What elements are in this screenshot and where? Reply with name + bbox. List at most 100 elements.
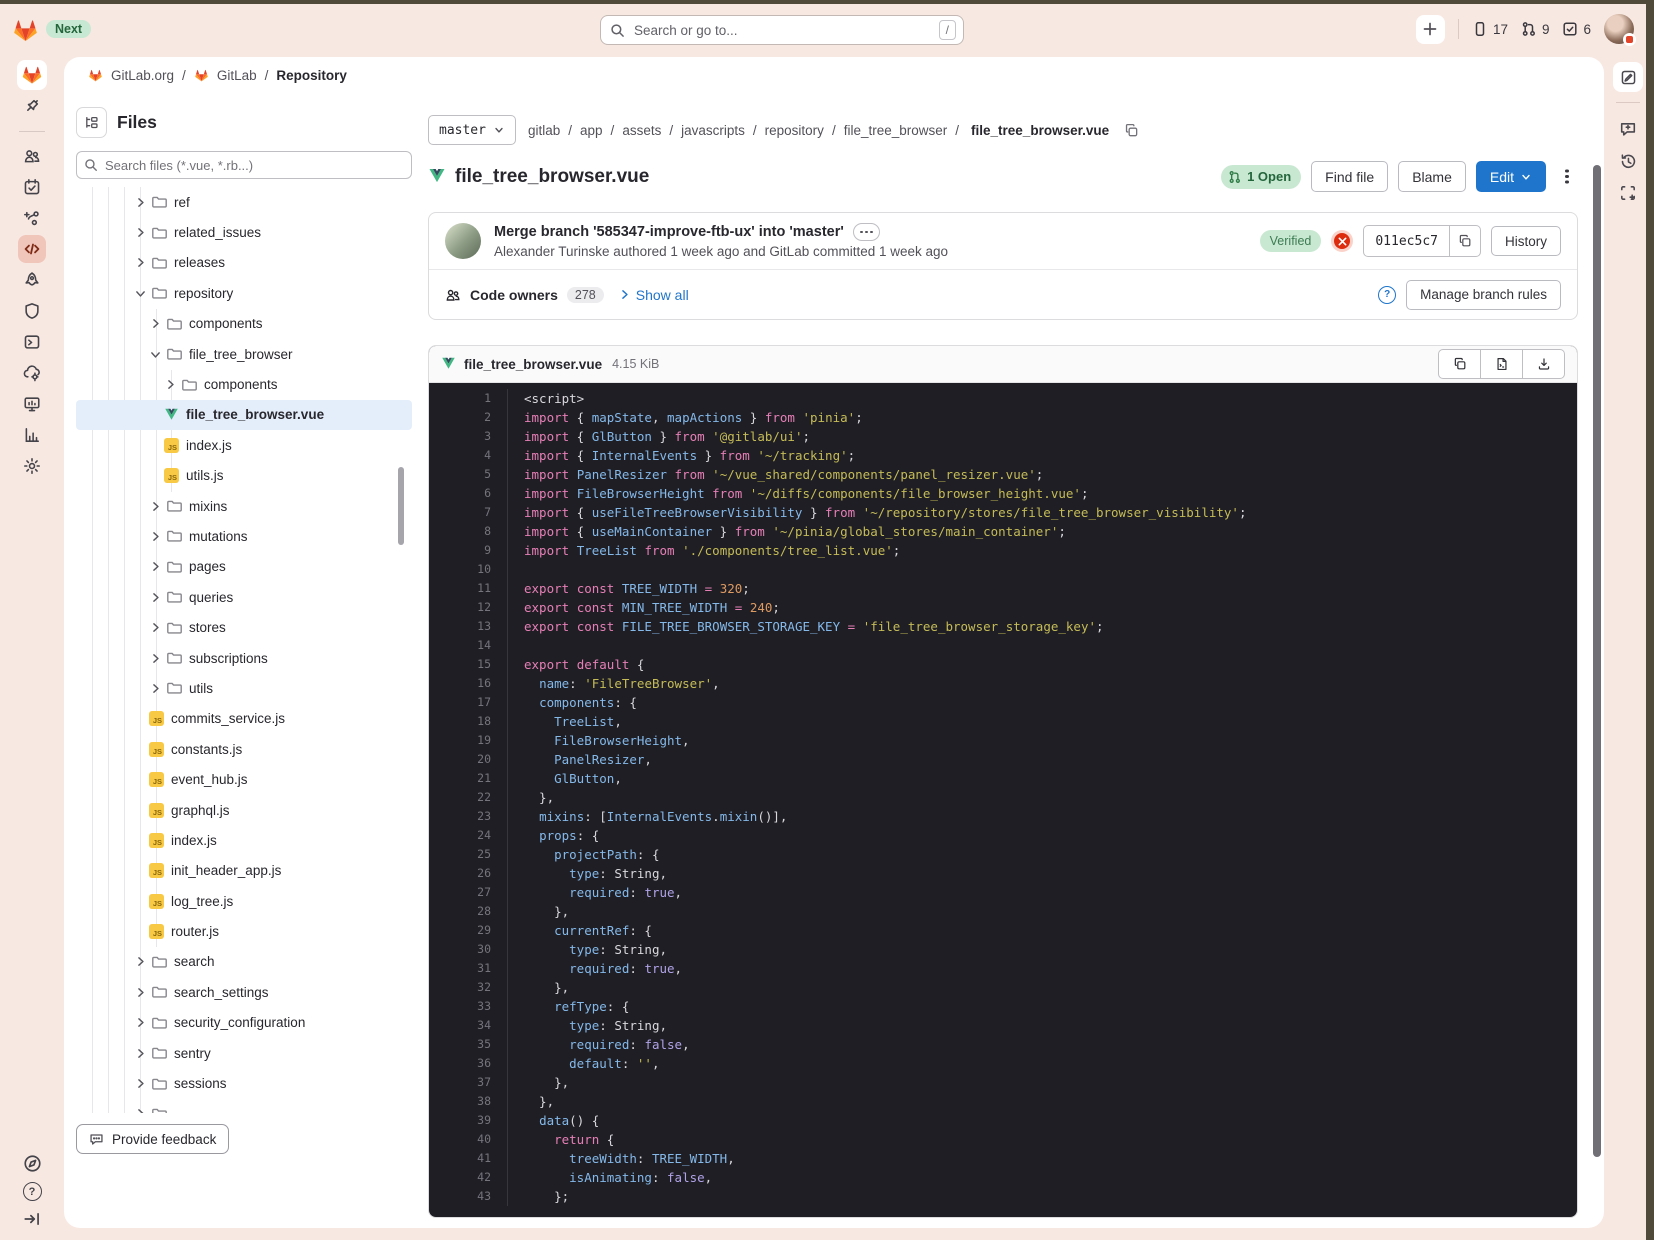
tree-item-search_settings[interactable]: search_settings xyxy=(76,977,412,1007)
line-number[interactable]: 41 xyxy=(429,1149,508,1168)
tree-item-components[interactable]: components xyxy=(76,309,412,339)
tanuki-home-button[interactable] xyxy=(17,60,47,90)
tree-item-utils[interactable]: utils xyxy=(76,673,412,703)
line-number[interactable]: 5 xyxy=(429,465,508,484)
line-number[interactable]: 18 xyxy=(429,712,508,731)
copy-contents-button[interactable] xyxy=(1438,349,1481,379)
tree-item-security_configuration[interactable]: security_configuration xyxy=(76,1008,412,1038)
line-number[interactable]: 36 xyxy=(429,1054,508,1073)
todos-counter[interactable]: 6 xyxy=(1562,21,1591,37)
line-number[interactable]: 21 xyxy=(429,769,508,788)
line-number[interactable]: 30 xyxy=(429,940,508,959)
line-number[interactable]: 28 xyxy=(429,902,508,921)
line-number[interactable]: 10 xyxy=(429,560,508,579)
pipeline-failed-icon[interactable] xyxy=(1331,230,1353,252)
chevron-right-icon[interactable] xyxy=(134,226,147,239)
create-new-button[interactable] xyxy=(1416,15,1445,44)
tree-item-queries[interactable]: queries xyxy=(76,582,412,612)
blame-button[interactable]: Blame xyxy=(1398,161,1466,192)
line-number[interactable]: 26 xyxy=(429,864,508,883)
line-number[interactable]: 7 xyxy=(429,503,508,522)
chevron-right-icon[interactable] xyxy=(149,682,162,695)
open-raw-button[interactable] xyxy=(1480,349,1523,379)
terminal-prompt-icon[interactable] xyxy=(18,328,46,356)
tree-item-stores[interactable]: stores xyxy=(76,612,412,642)
chevron-right-icon[interactable] xyxy=(134,1077,147,1090)
branch-selector[interactable]: master xyxy=(428,115,516,145)
tree-item-graphql.js[interactable]: JSgraphql.js xyxy=(76,795,412,825)
line-number[interactable]: 4 xyxy=(429,446,508,465)
commit-author-avatar[interactable] xyxy=(445,223,481,259)
tree-item-releases[interactable]: releases xyxy=(76,248,412,278)
line-number[interactable]: 1 xyxy=(429,389,508,408)
path-segment[interactable]: app xyxy=(580,123,603,138)
line-number[interactable]: 6 xyxy=(429,484,508,503)
line-number[interactable]: 9 xyxy=(429,541,508,560)
line-number[interactable]: 42 xyxy=(429,1168,508,1187)
branch-plus-icon[interactable] xyxy=(18,204,46,232)
history-icon[interactable] xyxy=(1614,147,1642,175)
chevron-right-icon[interactable] xyxy=(149,560,162,573)
line-number[interactable]: 34 xyxy=(429,1016,508,1035)
chevron-right-icon[interactable] xyxy=(149,317,162,330)
tree-item-log_tree.js[interactable]: JSlog_tree.js xyxy=(76,886,412,916)
line-number[interactable]: 20 xyxy=(429,750,508,769)
commit-title[interactable]: Merge branch '585347-improve-ftb-ux' int… xyxy=(494,224,844,240)
line-number[interactable]: 17 xyxy=(429,693,508,712)
line-number[interactable]: 14 xyxy=(429,636,508,655)
commit-description-toggle[interactable] xyxy=(853,223,880,241)
line-number[interactable]: 11 xyxy=(429,579,508,598)
tree-item-init_header_app.js[interactable]: JSinit_header_app.js xyxy=(76,856,412,886)
line-number[interactable]: 16 xyxy=(429,674,508,693)
verified-badge[interactable]: Verified xyxy=(1260,230,1322,252)
calendar-check-icon[interactable] xyxy=(18,173,46,201)
chevron-right-icon[interactable] xyxy=(164,378,177,391)
show-all-link[interactable]: Show all xyxy=(636,287,689,303)
chevron-right-icon[interactable] xyxy=(149,500,162,513)
line-number[interactable]: 24 xyxy=(429,826,508,845)
explore-compass-icon[interactable] xyxy=(23,1154,42,1173)
breadcrumb-group[interactable]: GitLab.org xyxy=(111,68,174,83)
chevron-right-icon[interactable] xyxy=(134,1047,147,1060)
tree-item-utils.js[interactable]: JSutils.js xyxy=(76,461,412,491)
tree-item-subscriptions[interactable]: subscriptions xyxy=(76,643,412,673)
path-segment[interactable]: assets xyxy=(622,123,661,138)
chevron-right-icon[interactable] xyxy=(134,196,147,209)
line-number[interactable]: 29 xyxy=(429,921,508,940)
tree-item-components[interactable]: components xyxy=(76,369,412,399)
chevron-right-icon[interactable] xyxy=(134,1016,147,1029)
chevron-right-icon[interactable] xyxy=(134,955,147,968)
cloud-gear-icon[interactable] xyxy=(18,359,46,387)
download-button[interactable] xyxy=(1522,349,1565,379)
tree-item-search[interactable]: search xyxy=(76,947,412,977)
more-actions-kebab[interactable] xyxy=(1556,161,1578,192)
file-search-input[interactable] xyxy=(76,151,412,179)
tree-item-repository[interactable]: repository xyxy=(76,278,412,308)
tree-item-sessions[interactable]: sessions xyxy=(76,1068,412,1098)
tree-item-index.js[interactable]: JSindex.js xyxy=(76,825,412,855)
issues-counter[interactable]: 17 xyxy=(1472,21,1508,37)
path-segment[interactable]: file_tree_browser xyxy=(844,123,948,138)
line-number[interactable]: 35 xyxy=(429,1035,508,1054)
chart-icon[interactable] xyxy=(18,421,46,449)
tree-item-sentry[interactable]: sentry xyxy=(76,1038,412,1068)
line-number[interactable]: 12 xyxy=(429,598,508,617)
line-number[interactable]: 3 xyxy=(429,427,508,446)
copy-sha-button[interactable] xyxy=(1449,226,1480,256)
open-mr-badge[interactable]: 1 Open xyxy=(1221,165,1301,189)
tree-item-index.js[interactable]: JSindex.js xyxy=(76,430,412,460)
main-scrollbar[interactable] xyxy=(1593,165,1601,1157)
monitor-icon[interactable] xyxy=(18,390,46,418)
line-number[interactable]: 43 xyxy=(429,1187,508,1206)
comment-plus-icon[interactable] xyxy=(1614,115,1642,143)
chevron-down-icon[interactable] xyxy=(134,287,147,300)
user-avatar[interactable] xyxy=(1604,14,1634,44)
tree-item-pages[interactable]: pages xyxy=(76,552,412,582)
merge-requests-counter[interactable]: 9 xyxy=(1521,21,1550,37)
copy-path-button[interactable] xyxy=(1121,120,1141,140)
line-number[interactable]: 31 xyxy=(429,959,508,978)
help-question-icon[interactable]: ? xyxy=(1378,286,1396,304)
search-input[interactable] xyxy=(632,22,932,39)
compose-note-button[interactable] xyxy=(1613,62,1643,92)
shield-icon[interactable] xyxy=(18,297,46,325)
